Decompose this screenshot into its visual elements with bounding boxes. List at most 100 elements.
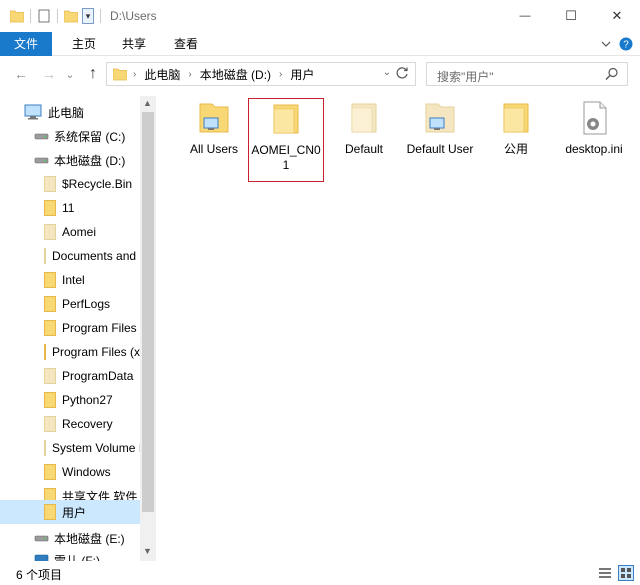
tab-share[interactable]: 共享 bbox=[112, 32, 156, 56]
file-item-aomei-cn01[interactable]: AOMEI_CN01 bbox=[248, 98, 324, 182]
file-item-default[interactable]: Default bbox=[326, 98, 402, 182]
ribbon: 文件 主页 共享 查看 ? bbox=[0, 32, 640, 56]
sidebar-item-label: 此电脑 bbox=[48, 105, 85, 120]
sidebar-item-drive-e[interactable]: 本地磁盘 (E:) bbox=[0, 526, 140, 550]
close-button[interactable]: ✕ bbox=[594, 0, 640, 32]
file-item-all-users[interactable]: All Users bbox=[176, 98, 252, 182]
expand-ribbon-icon[interactable] bbox=[598, 36, 614, 52]
sidebar-item-documents-and-settings[interactable]: Documents and Settings bbox=[0, 244, 140, 268]
customize-quick-access-icon[interactable]: ▾ bbox=[82, 8, 94, 24]
forward-button[interactable]: → bbox=[40, 65, 58, 83]
breadcrumb-separator-icon[interactable]: › bbox=[133, 69, 136, 80]
folder-icon bbox=[44, 504, 56, 520]
folder-icon bbox=[44, 176, 56, 192]
sidebar-item-label: Documents and Settings bbox=[52, 249, 140, 263]
sidebar-item-drive-c[interactable]: 系统保留 (C:) bbox=[0, 124, 140, 148]
sidebar-item-programdata[interactable]: ProgramData bbox=[0, 364, 140, 388]
scroll-down-icon[interactable]: ▼ bbox=[143, 546, 152, 556]
sidebar-item-system-volume-information[interactable]: System Volume Information bbox=[0, 436, 140, 460]
sidebar-item-label: 本地磁盘 (E:) bbox=[54, 531, 125, 546]
folder-icon bbox=[44, 296, 56, 312]
sidebar-item-recovery[interactable]: Recovery bbox=[0, 412, 140, 436]
up-arrow-icon: ↑ bbox=[89, 65, 97, 82]
sidebar-item-python27[interactable]: Python27 bbox=[0, 388, 140, 412]
sidebar-item-drive-d[interactable]: 本地磁盘 (D:) bbox=[0, 148, 140, 172]
breadcrumb-separator-icon[interactable]: › bbox=[279, 69, 282, 80]
maximize-button[interactable]: ☐ bbox=[548, 0, 594, 32]
window-title: D:\Users bbox=[110, 9, 157, 23]
drive-icon bbox=[34, 554, 50, 561]
sidebar-item-label: $Recycle.Bin bbox=[62, 177, 133, 191]
computer-icon bbox=[24, 104, 42, 120]
properties-icon[interactable] bbox=[37, 9, 51, 23]
search-box[interactable]: 搜索"用户" bbox=[426, 62, 628, 86]
drive-icon bbox=[34, 154, 50, 166]
file-item-default-user[interactable]: Default User bbox=[402, 98, 478, 182]
large-icons-view-icon[interactable] bbox=[618, 565, 634, 581]
svg-text:?: ? bbox=[623, 40, 629, 51]
sidebar-item-label: Recovery bbox=[62, 417, 113, 431]
sidebar-item-users[interactable]: 用户 bbox=[0, 500, 140, 524]
sidebar-item-program-files[interactable]: Program Files bbox=[0, 316, 140, 340]
sidebar-item-11[interactable]: 11 bbox=[0, 196, 140, 220]
sidebar-item-label: 11 bbox=[62, 201, 75, 215]
breadcrumb-users[interactable]: 用户 bbox=[290, 66, 314, 83]
sidebar-item-label: System Volume Information bbox=[52, 441, 140, 455]
minimize-icon: — bbox=[519, 10, 531, 22]
folder-icon bbox=[44, 464, 56, 480]
breadcrumb-separator-icon[interactable]: › bbox=[188, 69, 191, 80]
folder-icon bbox=[344, 98, 384, 138]
sidebar-item-windows[interactable]: Windows bbox=[0, 460, 140, 484]
sidebar-item-program-files-x86[interactable]: Program Files (x86) bbox=[0, 340, 140, 364]
file-item-label: AOMEI_CN01 bbox=[251, 143, 321, 172]
sidebar-item-intel[interactable]: Intel bbox=[0, 268, 140, 292]
folder-icon bbox=[44, 320, 56, 336]
item-count: 6 个项目 bbox=[16, 568, 63, 582]
tab-view[interactable]: 查看 bbox=[164, 32, 208, 56]
recent-locations-button[interactable]: ⌄ bbox=[64, 65, 76, 83]
sidebar-item-label: Program Files (x86) bbox=[52, 345, 140, 359]
breadcrumb-this-pc[interactable]: 此电脑 bbox=[144, 66, 180, 83]
close-icon: ✕ bbox=[611, 8, 623, 23]
help-icon[interactable]: ? bbox=[618, 36, 634, 52]
details-view-icon[interactable] bbox=[598, 566, 612, 580]
folder-icon bbox=[44, 392, 56, 408]
address-bar[interactable]: › 此电脑 › 本地磁盘 (D:) › 用户 ⌄ bbox=[106, 62, 416, 86]
scroll-up-icon[interactable]: ▲ bbox=[143, 98, 152, 108]
file-item-desktop-ini[interactable]: desktop.ini bbox=[556, 98, 632, 182]
file-item-public[interactable]: 公用 bbox=[478, 98, 554, 182]
sidebar-item-label: 用户 bbox=[62, 505, 87, 520]
scroll-thumb[interactable] bbox=[142, 112, 154, 512]
sidebar-scrollbar[interactable]: ▲ ▼ bbox=[140, 96, 156, 561]
sidebar-item-aomei[interactable]: Aomei bbox=[0, 220, 140, 244]
status-bar: 6 个项目 bbox=[0, 561, 640, 585]
sidebar-item-drive-f[interactable]: 雪儿 (F:) bbox=[0, 548, 140, 561]
folder-icon bbox=[9, 9, 25, 23]
sidebar-item-recycle-bin[interactable]: $Recycle.Bin bbox=[0, 172, 140, 196]
chevron-down-icon: ⌄ bbox=[65, 68, 75, 81]
breadcrumb-drive-d[interactable]: 本地磁盘 (D:) bbox=[200, 66, 271, 83]
sidebar-item-label: 雪儿 (F:) bbox=[54, 553, 100, 562]
folder-icon bbox=[44, 368, 56, 384]
sidebar-item-label: Intel bbox=[62, 273, 85, 287]
folder-icon bbox=[44, 224, 56, 240]
tab-file[interactable]: 文件 bbox=[0, 32, 52, 56]
minimize-button[interactable]: — bbox=[502, 0, 548, 32]
folder-icon bbox=[44, 440, 46, 456]
address-dropdown-icon[interactable]: ⌄ bbox=[383, 67, 391, 78]
new-folder-icon[interactable] bbox=[63, 9, 79, 23]
settings-file-icon bbox=[574, 98, 614, 138]
sidebar-item-perflogs[interactable]: PerfLogs bbox=[0, 292, 140, 316]
back-button[interactable]: ← bbox=[12, 65, 30, 83]
refresh-icon[interactable] bbox=[395, 66, 411, 82]
sidebar-item-label: Aomei bbox=[62, 225, 97, 239]
folder-icon bbox=[44, 272, 56, 288]
search-icon bbox=[605, 67, 619, 84]
drive-icon bbox=[34, 130, 50, 142]
search-placeholder[interactable]: 搜索"用户" bbox=[437, 68, 494, 85]
up-button[interactable]: ↑ bbox=[84, 65, 102, 83]
tab-home[interactable]: 主页 bbox=[62, 32, 106, 56]
folder-shortcut-icon bbox=[44, 248, 46, 264]
sidebar-item-this-pc[interactable]: 此电脑 bbox=[0, 100, 140, 124]
quick-access-toolbar: ▾ bbox=[9, 8, 107, 24]
